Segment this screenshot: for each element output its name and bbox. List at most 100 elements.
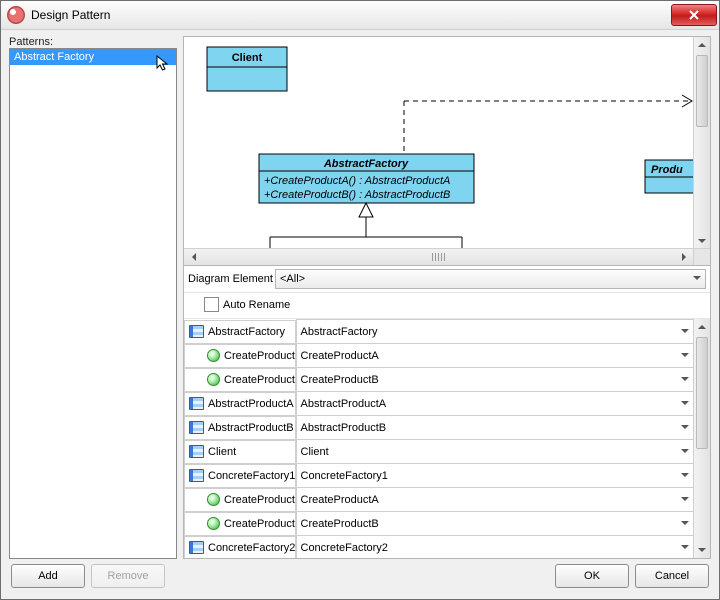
class-icon: [189, 325, 204, 338]
chevron-down-icon: [681, 422, 689, 434]
element-value-label: AbstractProductB: [301, 422, 387, 434]
element-value-label: CreateProductB: [301, 518, 379, 530]
table-row: ConcreteFactory1 ConcreteFactory1: [184, 464, 694, 488]
element-name-label: Client: [208, 446, 236, 458]
scroll-right-icon[interactable]: [678, 249, 694, 265]
cancel-button-label: Cancel: [655, 570, 689, 582]
table-row: CreateProductA CreateProductA: [184, 488, 694, 512]
chevron-down-icon: [693, 273, 701, 285]
close-button[interactable]: [671, 4, 717, 26]
diagram-horizontal-scrollbar[interactable]: [184, 248, 694, 265]
element-name-cell: CreateProductA: [184, 488, 296, 512]
element-value-cell[interactable]: AbstractProductA: [296, 392, 694, 416]
element-value-label: CreateProductB: [301, 374, 379, 386]
auto-rename-label: Auto Rename: [223, 299, 290, 311]
element-value-label: ConcreteFactory1: [301, 470, 388, 482]
close-icon: [688, 9, 700, 21]
button-bar: Add Remove OK Cancel: [9, 559, 711, 593]
scroll-up-icon[interactable]: [694, 37, 710, 53]
scroll-thumb[interactable]: [696, 337, 708, 449]
element-name-cell: Client: [184, 440, 296, 464]
scroll-up-icon[interactable]: [694, 319, 710, 335]
element-value-cell[interactable]: ConcreteFactory2: [296, 536, 694, 559]
element-value-cell[interactable]: CreateProductA: [296, 488, 694, 512]
patterns-label: Patterns:: [9, 36, 177, 48]
table-row: AbstractProductAAbstractProductA: [184, 392, 694, 416]
table-row: AbstractFactory AbstractFactory: [184, 320, 694, 344]
operation-icon: [207, 517, 220, 530]
diagram-element-select[interactable]: <All>: [275, 269, 706, 289]
scroll-corner: [693, 248, 710, 265]
element-name-label: CreateProductA: [224, 494, 296, 506]
element-value-label: Client: [301, 446, 329, 458]
diagram-preview: Client AbstractFactory +CreateProductA()…: [184, 37, 710, 266]
diagram-vertical-scrollbar[interactable]: [693, 37, 710, 249]
pattern-item-label: Abstract Factory: [14, 51, 94, 63]
ok-button[interactable]: OK: [555, 564, 629, 588]
cancel-button[interactable]: Cancel: [635, 564, 709, 588]
element-name-label: ConcreteFactory1: [208, 470, 295, 482]
scroll-left-icon[interactable]: [184, 249, 200, 265]
operation-icon: [207, 349, 220, 362]
chevron-down-icon: [681, 326, 689, 338]
element-value-cell[interactable]: CreateProductA: [296, 344, 694, 368]
uml-op-createproducta: +CreateProductA() : AbstractProductA: [264, 175, 450, 187]
diagram-element-label: Diagram Element: [188, 273, 273, 285]
auto-rename-row: Auto Rename: [184, 293, 710, 319]
element-name-label: AbstractProductB: [208, 422, 294, 434]
uml-dependency-client-product: [404, 95, 692, 154]
chevron-down-icon: [681, 398, 689, 410]
scroll-thumb[interactable]: [696, 55, 708, 127]
class-icon: [189, 421, 204, 434]
diagram-element-row: Diagram Element <All>: [184, 266, 710, 293]
chevron-down-icon: [681, 446, 689, 458]
add-button[interactable]: Add: [11, 564, 85, 588]
uml-class-client[interactable]: Client: [207, 47, 287, 91]
element-value-cell[interactable]: AbstractFactory: [296, 320, 694, 344]
uml-class-abstractfactory[interactable]: AbstractFactory +CreateProductA() : Abst…: [259, 154, 474, 203]
patterns-list[interactable]: Abstract Factory: [9, 48, 177, 559]
elements-table-wrap: AbstractFactory AbstractFactory CreateProd…: [184, 319, 710, 558]
chevron-down-icon: [681, 494, 689, 506]
uml-op-createproductb: +CreateProductB() : AbstractProductB: [264, 189, 450, 201]
scroll-down-icon[interactable]: [694, 233, 710, 249]
chevron-down-icon: [681, 518, 689, 530]
element-value-label: AbstractFactory: [301, 326, 378, 338]
element-value-cell[interactable]: ConcreteFactory1: [296, 464, 694, 488]
element-value-cell[interactable]: CreateProductB: [296, 512, 694, 536]
table-row: AbstractProductB AbstractProductB: [184, 416, 694, 440]
auto-rename-checkbox[interactable]: [204, 297, 219, 312]
table-row: CreateProductB CreateProductB: [184, 512, 694, 536]
element-name-label: CreateProductB: [224, 518, 296, 530]
scroll-down-icon[interactable]: [694, 542, 710, 558]
element-value-cell[interactable]: AbstractProductB: [296, 416, 694, 440]
element-value-cell[interactable]: Client: [296, 440, 694, 464]
table-row: CreateProductACreateProductA: [184, 344, 694, 368]
patterns-pane: Patterns: Abstract Factory: [9, 36, 177, 559]
uml-generalization-arrow: [270, 203, 462, 253]
element-name-label: AbstractFactory: [208, 326, 285, 338]
element-value-label: ConcreteFactory2: [301, 542, 388, 554]
table-vertical-scrollbar[interactable]: [693, 319, 710, 558]
element-value-cell[interactable]: CreateProductB: [296, 368, 694, 392]
element-name-cell: CreateProductA: [184, 344, 296, 368]
element-name-label: CreateProductA: [224, 350, 296, 362]
design-pattern-dialog: Design Pattern Patterns: Abstract Factor…: [0, 0, 720, 600]
table-row: Client Client: [184, 440, 694, 464]
uml-class-product-title: Produ: [651, 164, 683, 176]
pattern-item-abstract-factory[interactable]: Abstract Factory: [10, 49, 176, 65]
element-name-cell: AbstractProductA: [184, 392, 296, 416]
chevron-down-icon: [681, 470, 689, 482]
class-icon: [189, 397, 204, 410]
element-name-label: AbstractProductA: [208, 398, 294, 410]
uml-class-abstractfactory-title: AbstractFactory: [323, 158, 409, 170]
right-pane: Client AbstractFactory +CreateProductA()…: [183, 36, 711, 559]
element-value-label: CreateProductA: [301, 494, 379, 506]
table-row: ConcreteFactory2ConcreteFactory2: [184, 536, 694, 559]
element-name-cell: AbstractFactory: [184, 320, 296, 344]
app-icon: [7, 6, 25, 24]
uml-diagram[interactable]: Client AbstractFactory +CreateProductA()…: [184, 37, 710, 265]
ok-button-label: OK: [584, 570, 600, 582]
element-name-label: CreateProductB: [224, 374, 296, 386]
operation-icon: [207, 373, 220, 386]
